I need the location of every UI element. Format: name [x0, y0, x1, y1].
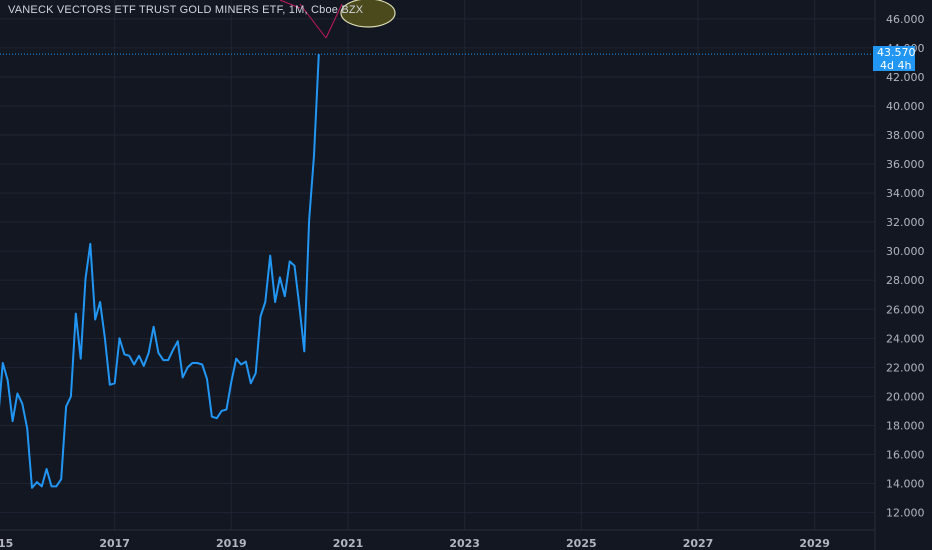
x-tick-label: 2015 [0, 537, 13, 550]
y-tick-label: 26.000 [886, 303, 925, 316]
y-tick-label: 34.000 [886, 187, 925, 200]
y-tick-label: 32.000 [886, 216, 925, 229]
chart-background [0, 0, 932, 550]
x-tick-label: 2027 [683, 537, 714, 550]
x-tick-label: 2021 [333, 537, 364, 550]
y-tick-label: 42.000 [886, 71, 925, 84]
y-tick-label: 28.000 [886, 274, 925, 287]
y-tick-label: 46.000 [886, 13, 925, 26]
x-tick-label: 2019 [216, 537, 247, 550]
y-tick-label: 20.000 [886, 390, 925, 403]
y-tick-label: 18.000 [886, 419, 925, 432]
x-tick-label: 2029 [799, 537, 830, 550]
y-tick-label: 22.000 [886, 361, 925, 374]
chart-canvas[interactable]: 12.000 14.000 16.000 18.000 20.000 22.000 24.0… [0, 0, 932, 550]
y-tick-label: 30.000 [886, 245, 925, 258]
y-tick-label: 40.000 [886, 100, 925, 113]
chart-title: VANECK VECTORS ETF TRUST GOLD MINERS ETF… [8, 4, 364, 16]
y-tick-label: 14.000 [886, 478, 925, 491]
price-badge: 43.570 4d 4h [873, 46, 916, 72]
y-tick-label: 38.000 [886, 129, 925, 142]
x-tick-label: 2023 [449, 537, 480, 550]
y-tick-label: 36.000 [886, 158, 925, 171]
x-tick-label: 2025 [566, 537, 597, 550]
price-badge-value: 43.570 [877, 46, 916, 59]
y-tick-label: 12.000 [886, 507, 925, 520]
y-tick-label: 24.000 [886, 332, 925, 345]
y-tick-label: 16.000 [886, 448, 925, 461]
countdown-badge-value: 4d 4h [880, 59, 911, 72]
x-tick-label: 2017 [99, 537, 130, 550]
